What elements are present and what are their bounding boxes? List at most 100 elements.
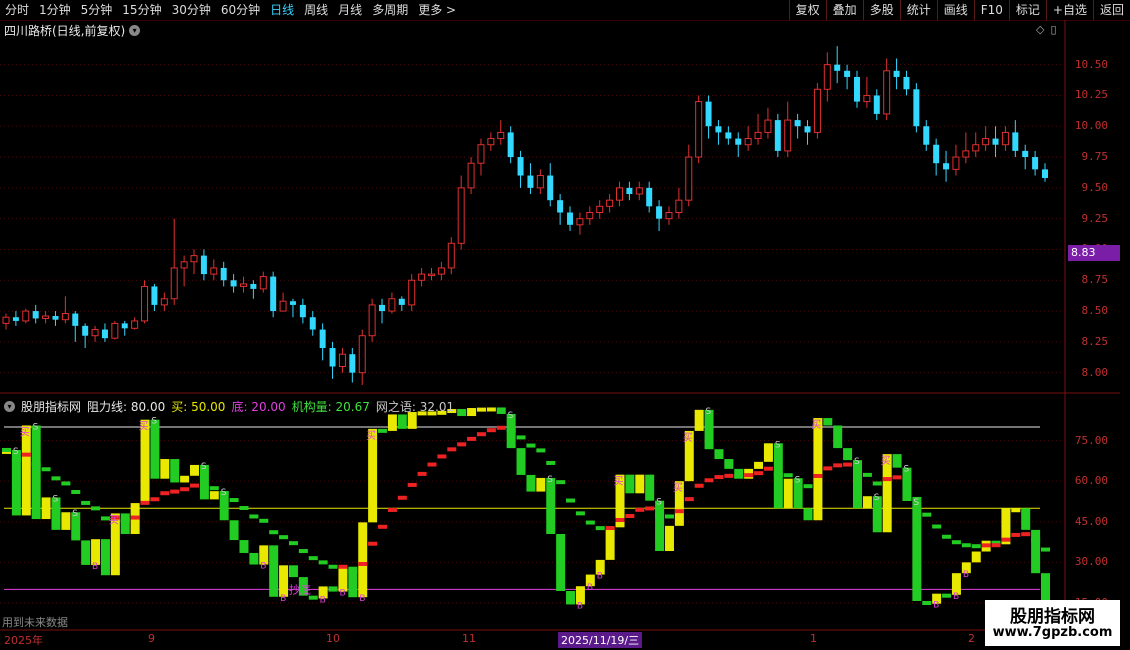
oscillator-bar — [516, 448, 526, 475]
date-axis-label: 2 — [968, 632, 975, 645]
trend-segment — [298, 549, 308, 554]
oscillator-bar — [387, 414, 397, 431]
candle-body — [91, 329, 99, 337]
trend-segment — [645, 506, 655, 511]
oscillator-bar — [536, 477, 546, 492]
sell-marker: S — [33, 422, 39, 432]
indicator-axis-label: 30.00 — [1074, 555, 1108, 569]
trend-segment — [684, 497, 694, 502]
candle-body — [259, 276, 267, 290]
oscillator-bar — [852, 460, 862, 509]
chevron-down-icon[interactable]: ▾ — [4, 401, 15, 412]
trend-segment — [476, 432, 486, 437]
candle-body — [319, 329, 326, 349]
sell-marker: S — [72, 509, 78, 519]
date-axis: 2025年 9 10 11 2025/11/19/三 1 2 — [0, 632, 1120, 648]
oscillator-bar — [605, 527, 615, 560]
b-marker: B — [359, 594, 365, 604]
oscillator-bar — [61, 512, 71, 530]
buy-marker: 买 — [614, 476, 624, 488]
sell-marker: S — [656, 498, 662, 508]
trend-segment — [605, 526, 615, 531]
candle-body — [2, 316, 10, 324]
price-axis: 10.5010.2510.009.759.509.259.008.758.508… — [1070, 40, 1120, 630]
candle-body — [735, 138, 742, 145]
candle-body — [557, 200, 564, 213]
date-axis-label: 10 — [326, 632, 340, 645]
oscillator-bar — [526, 474, 536, 492]
candle-body — [943, 163, 950, 170]
trend-segment — [308, 556, 318, 561]
trend-segment — [724, 473, 734, 478]
trend-segment — [229, 498, 239, 503]
trend-segment — [170, 489, 180, 494]
oscillator-bar — [378, 428, 388, 433]
trend-segment — [190, 483, 200, 488]
buy-marker: 买 — [881, 455, 891, 467]
trend-segment — [160, 491, 170, 496]
candle-body — [42, 315, 50, 319]
candle-body — [883, 70, 891, 115]
sell-marker: S — [52, 494, 58, 504]
indicator-value-1: 买: 50.00 — [171, 400, 226, 414]
candle-body — [1001, 131, 1009, 146]
trend-segment — [199, 485, 209, 490]
oscillator-bar — [763, 443, 773, 462]
trend-segment — [91, 506, 101, 511]
trend-segment — [585, 520, 595, 525]
candle-body — [616, 187, 624, 201]
candle-body — [992, 138, 999, 145]
trend-segment — [140, 500, 150, 505]
future-data-note: 用到未来数据 — [2, 616, 68, 629]
oscillator-bar — [249, 552, 259, 565]
buy-marker: 买 — [811, 419, 821, 431]
trend-segment — [922, 512, 932, 517]
candle-body — [685, 156, 693, 201]
candle-body — [754, 131, 762, 140]
candle-body — [527, 175, 534, 188]
trend-segment — [358, 561, 368, 566]
trend-segment — [763, 466, 773, 471]
b-marker: B — [92, 562, 98, 572]
candle-body — [12, 317, 19, 321]
oscillator-bar — [862, 496, 872, 509]
oscillator-bar — [209, 491, 219, 500]
buy-marker: 买 — [683, 432, 693, 444]
indicator-axis-label: 60.00 — [1074, 474, 1108, 488]
trend-segment — [882, 477, 892, 482]
candle-body — [903, 76, 910, 90]
oscillator-bar — [180, 475, 190, 483]
trend-segment — [536, 448, 546, 453]
bottom-marker: 抄底 — [289, 582, 311, 596]
candle-body — [972, 144, 980, 152]
oscillator-bar — [288, 565, 298, 578]
sell-marker: S — [854, 457, 860, 467]
trend-segment — [61, 481, 71, 486]
indicator-value-2: 底: 20.00 — [231, 400, 286, 414]
candle-body — [1012, 132, 1019, 151]
candle-body — [418, 273, 426, 281]
oscillator-bar — [476, 407, 486, 412]
oscillator-bar — [120, 513, 130, 535]
trend-segment — [467, 436, 477, 441]
buy-marker: 买 — [109, 514, 119, 526]
oscillator-bar — [892, 454, 902, 468]
trend-segment — [635, 507, 645, 512]
candle-body — [61, 313, 69, 321]
trend-segment — [1011, 532, 1021, 537]
trend-segment — [209, 486, 219, 491]
date-axis-label: 1 — [810, 632, 817, 645]
trend-segment — [852, 469, 862, 474]
buy-marker: 买 — [20, 426, 30, 438]
b-marker: B — [597, 572, 603, 582]
candle-body — [1042, 169, 1048, 178]
candle-body — [913, 89, 920, 127]
oscillator-bar — [269, 545, 279, 597]
trend-segment — [862, 472, 872, 477]
oscillator-bar — [635, 474, 645, 494]
indicator-value-0: 阻力线: 80.00 — [87, 400, 166, 414]
candle-body — [794, 120, 801, 127]
trend-segment — [11, 457, 21, 462]
watermark-title: 股朋指标网 — [1010, 607, 1095, 627]
candle-body — [962, 150, 970, 158]
